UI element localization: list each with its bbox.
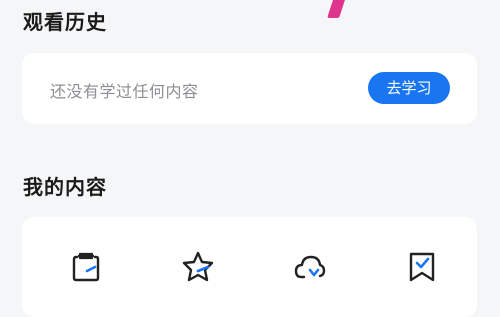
history-card: 还没有学过任何内容 去学习 <box>22 53 477 124</box>
history-empty-text: 还没有学过任何内容 <box>50 82 199 101</box>
content-item-favorites[interactable] <box>140 217 253 317</box>
my-content-card <box>22 217 477 317</box>
history-title: 观看历史 <box>23 10 107 34</box>
clipboard-icon <box>72 252 100 282</box>
go-learn-button[interactable]: 去学习 <box>368 72 450 104</box>
content-item-bookmarks[interactable] <box>364 217 477 317</box>
decorative-accent <box>327 0 347 18</box>
cloud-download-icon <box>294 255 326 279</box>
my-content-title: 我的内容 <box>23 175 107 199</box>
bookmark-check-icon <box>409 252 435 282</box>
star-icon <box>182 251 214 282</box>
content-item-clipboard[interactable] <box>28 217 141 317</box>
content-item-downloads[interactable] <box>252 217 365 317</box>
